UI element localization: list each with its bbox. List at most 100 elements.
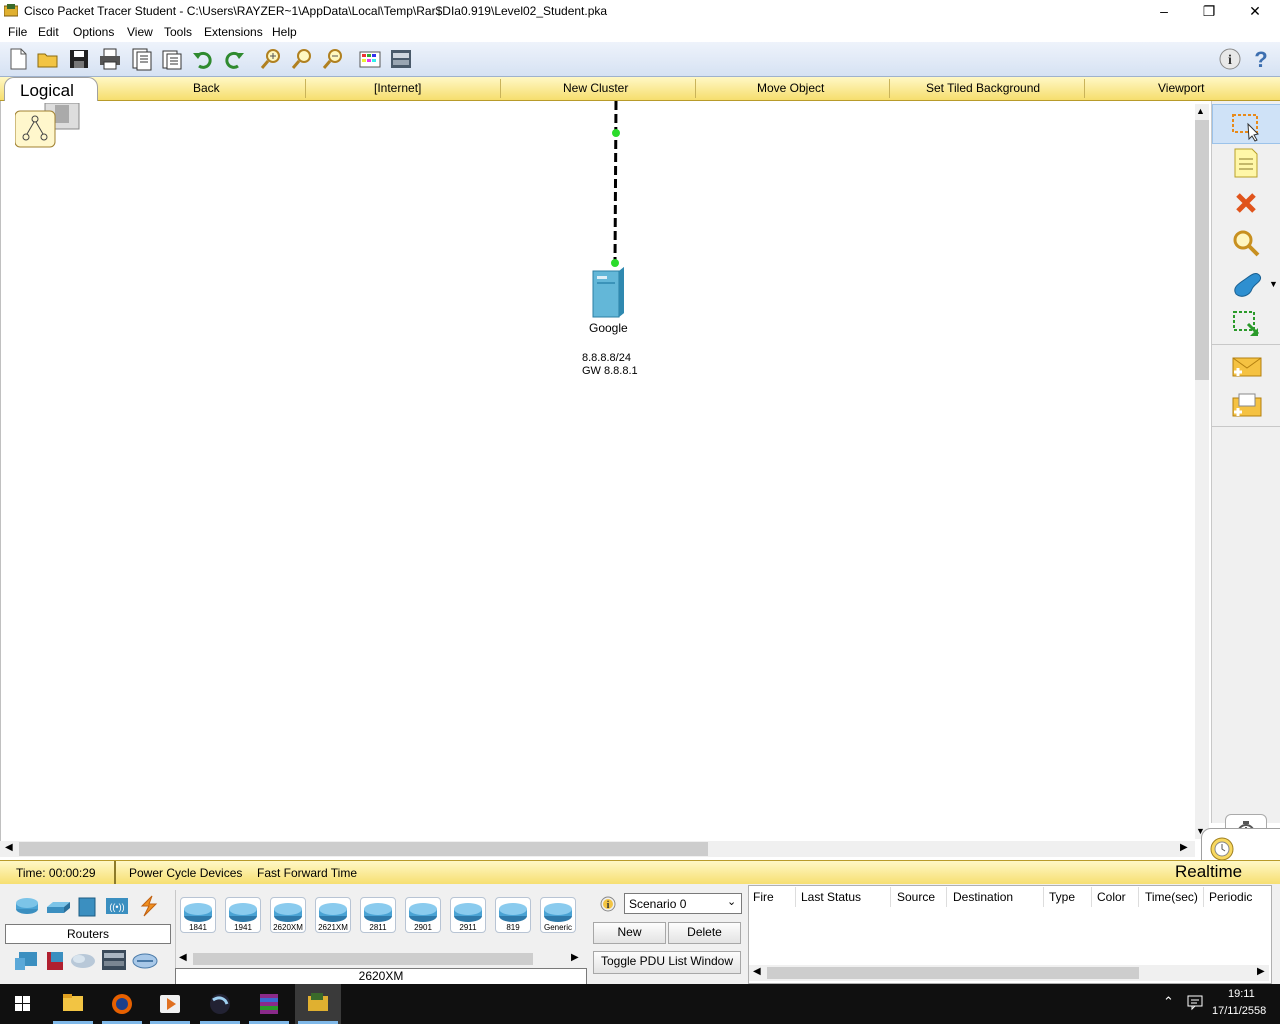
notification-icon[interactable] bbox=[1186, 993, 1204, 1011]
taskbar-time[interactable]: 19:11 bbox=[1228, 988, 1255, 1000]
wan-emulation-category-icon[interactable] bbox=[70, 952, 96, 970]
open-folder-icon[interactable] bbox=[36, 47, 60, 71]
router-model-1941[interactable]: 1941 bbox=[225, 897, 261, 933]
delete-icon[interactable] bbox=[1230, 187, 1262, 219]
media-player-icon[interactable] bbox=[147, 984, 193, 1024]
horizontal-scrollbar[interactable]: ◀ ▶ bbox=[0, 841, 1195, 857]
column-periodic[interactable]: Periodic bbox=[1209, 890, 1252, 904]
restore-icon[interactable]: ❐ bbox=[1186, 0, 1232, 22]
column-source[interactable]: Source bbox=[897, 890, 935, 904]
router-model-2620xm[interactable]: 2620XM bbox=[270, 897, 306, 933]
column-color[interactable]: Color bbox=[1097, 890, 1126, 904]
server-icon[interactable] bbox=[590, 267, 628, 319]
router-model-2901[interactable]: 2901 bbox=[405, 897, 441, 933]
scroll-left-icon[interactable]: ◀ bbox=[179, 952, 187, 963]
router-model-819[interactable]: 819 bbox=[495, 897, 531, 933]
scenario-select[interactable]: Scenario 0 ⌄ bbox=[624, 893, 742, 914]
routers-category-icon[interactable] bbox=[14, 896, 40, 916]
steam-like-app-icon[interactable] bbox=[197, 984, 243, 1024]
column-time-sec[interactable]: Time(sec) bbox=[1145, 890, 1198, 904]
device-list-scrollbar[interactable]: ◀ ▶ bbox=[177, 951, 583, 967]
draw-shape-icon[interactable] bbox=[1230, 268, 1262, 300]
print-icon[interactable] bbox=[98, 47, 122, 71]
simple-pdu-icon[interactable] bbox=[1230, 350, 1262, 382]
windows-start-icon[interactable] bbox=[0, 984, 46, 1024]
tab-logical[interactable]: Logical bbox=[4, 77, 98, 104]
custom-device-icon[interactable] bbox=[389, 47, 413, 71]
back-button[interactable]: Back bbox=[193, 81, 220, 95]
winrar-icon[interactable] bbox=[246, 984, 292, 1024]
taskbar-date[interactable]: 17/11/2558 bbox=[1212, 1005, 1266, 1017]
inspect-icon[interactable] bbox=[1230, 228, 1262, 260]
scroll-left-icon[interactable]: ◀ bbox=[753, 966, 761, 977]
custom-made-devices-category-icon[interactable] bbox=[100, 948, 128, 972]
scroll-up-icon[interactable]: ▲ bbox=[1196, 106, 1205, 116]
column-destination[interactable]: Destination bbox=[953, 890, 1013, 904]
new-cluster-button[interactable]: New Cluster bbox=[563, 81, 628, 95]
scroll-right-icon[interactable]: ▶ bbox=[1257, 966, 1265, 977]
menu-file[interactable]: File bbox=[8, 25, 27, 39]
packet-tracer-taskbar-icon[interactable] bbox=[295, 984, 341, 1024]
menu-help[interactable]: Help bbox=[272, 25, 297, 39]
scroll-right-icon[interactable]: ▶ bbox=[571, 952, 579, 963]
vertical-scroll-thumb[interactable] bbox=[1195, 120, 1209, 380]
close-icon[interactable]: ✕ bbox=[1232, 0, 1278, 22]
router-model-generic[interactable]: Generic bbox=[540, 897, 576, 933]
save-icon[interactable] bbox=[67, 47, 91, 71]
menu-options[interactable]: Options bbox=[73, 25, 114, 39]
column-fire[interactable]: Fire bbox=[753, 890, 774, 904]
select-icon[interactable] bbox=[1230, 110, 1262, 142]
logical-view-icon[interactable] bbox=[14, 102, 80, 148]
switches-category-icon[interactable] bbox=[45, 898, 71, 916]
realtime-mode-label[interactable]: Realtime bbox=[1175, 862, 1242, 882]
file-explorer-icon[interactable] bbox=[50, 984, 96, 1024]
firefox-icon[interactable] bbox=[99, 984, 145, 1024]
complex-pdu-icon[interactable] bbox=[1230, 390, 1262, 422]
menu-extensions[interactable]: Extensions bbox=[204, 25, 263, 39]
chevron-up-icon[interactable]: ⌃ bbox=[1163, 994, 1174, 1010]
logical-workspace-canvas[interactable]: Google 8.8.8.8/24 GW 8.8.8.1 bbox=[0, 101, 1196, 841]
pdu-list-scroll-thumb[interactable] bbox=[767, 967, 1139, 979]
security-category-icon[interactable] bbox=[45, 950, 65, 972]
router-model-2911[interactable]: 2911 bbox=[450, 897, 486, 933]
zoom-out-icon[interactable] bbox=[321, 47, 345, 71]
zoom-in-icon[interactable] bbox=[259, 47, 283, 71]
end-devices-category-icon[interactable] bbox=[13, 950, 39, 972]
zoom-reset-icon[interactable] bbox=[290, 47, 314, 71]
chevron-down-icon[interactable]: ▼ bbox=[1269, 279, 1278, 289]
connections-category-icon[interactable] bbox=[136, 894, 160, 918]
hubs-category-icon[interactable] bbox=[77, 896, 97, 918]
note-icon[interactable] bbox=[1230, 147, 1262, 179]
redo-icon[interactable] bbox=[222, 47, 246, 71]
menu-tools[interactable]: Tools bbox=[164, 25, 192, 39]
horizontal-scroll-thumb[interactable] bbox=[19, 842, 708, 856]
menu-view[interactable]: View bbox=[127, 25, 153, 39]
device-list-scroll-thumb[interactable] bbox=[193, 953, 533, 965]
new-scenario-button[interactable]: New bbox=[593, 922, 666, 944]
viewport-button[interactable]: Viewport bbox=[1158, 81, 1204, 95]
wireless-category-icon[interactable]: ((•)) bbox=[104, 896, 130, 916]
help-icon[interactable]: ? bbox=[1249, 47, 1273, 72]
palette-icon[interactable] bbox=[358, 47, 382, 71]
resize-icon[interactable] bbox=[1230, 308, 1262, 340]
undo-icon[interactable] bbox=[191, 47, 215, 71]
info-icon[interactable]: i bbox=[1218, 47, 1242, 71]
vertical-scrollbar[interactable]: ▲ ▼ bbox=[1195, 104, 1209, 839]
router-model-1841[interactable]: 1841 bbox=[180, 897, 216, 933]
delete-scenario-button[interactable]: Delete bbox=[668, 922, 741, 944]
move-object-button[interactable]: Move Object bbox=[757, 81, 824, 95]
scroll-right-icon[interactable]: ▶ bbox=[1180, 842, 1188, 853]
menu-edit[interactable]: Edit bbox=[38, 25, 59, 39]
fast-forward-time-button[interactable]: Fast Forward Time bbox=[257, 866, 357, 880]
column-last-status[interactable]: Last Status bbox=[801, 890, 861, 904]
router-model-2621xm[interactable]: 2621XM bbox=[315, 897, 351, 933]
toggle-pdu-list-button[interactable]: Toggle PDU List Window bbox=[593, 951, 741, 974]
pdu-list-scrollbar[interactable]: ◀ ▶ bbox=[749, 965, 1269, 981]
new-file-icon[interactable] bbox=[6, 47, 30, 71]
scenario-info-icon[interactable]: i bbox=[599, 895, 617, 913]
minimize-icon[interactable]: – bbox=[1141, 0, 1187, 22]
set-tiled-background-button[interactable]: Set Tiled Background bbox=[926, 81, 1040, 95]
device-label[interactable]: Google bbox=[589, 321, 628, 335]
router-model-2811[interactable]: 2811 bbox=[360, 897, 396, 933]
scroll-left-icon[interactable]: ◀ bbox=[5, 842, 13, 853]
